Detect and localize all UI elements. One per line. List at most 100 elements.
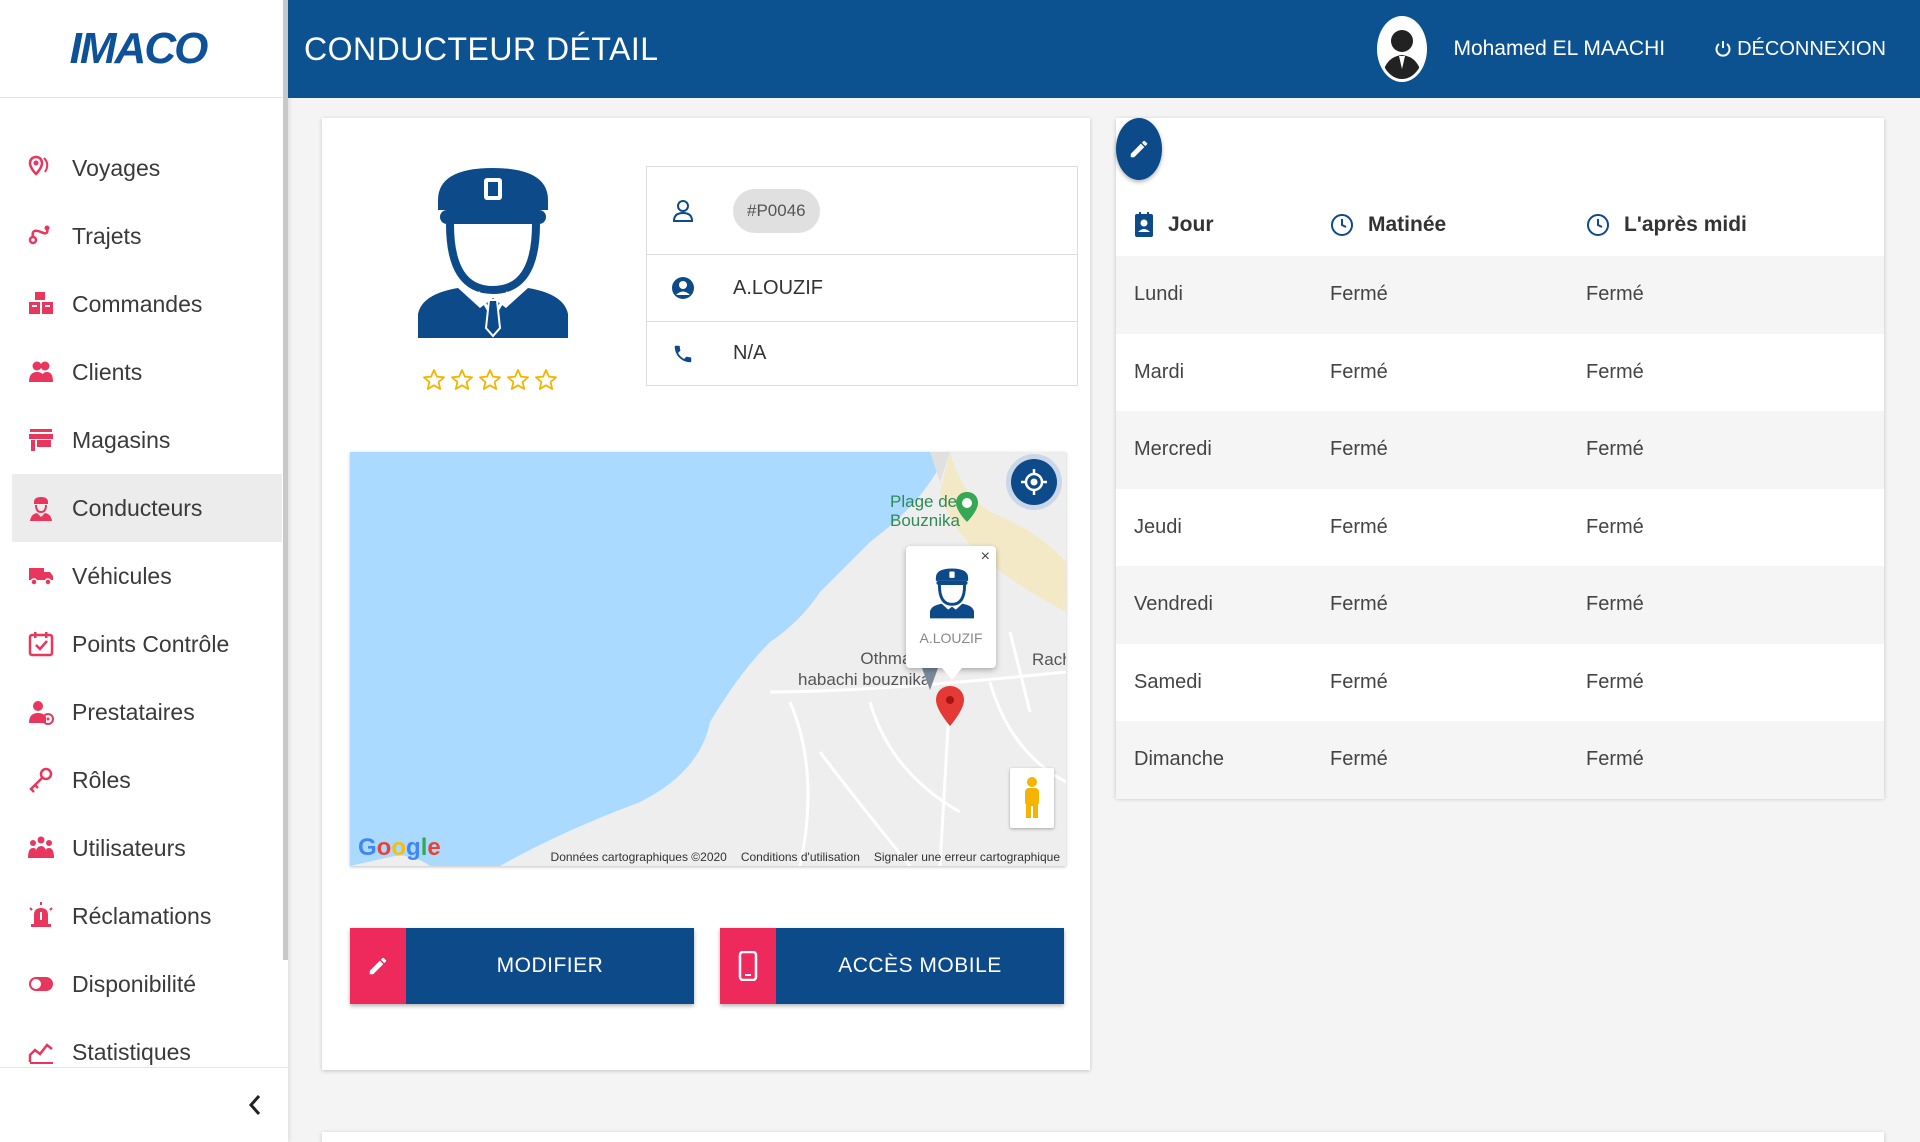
sidebar-nav-viewport: Voyages Trajets Commandes Clients Magasins Co… <box>0 134 283 1067</box>
cell-afternoon: Fermé <box>1586 360 1644 383</box>
clients-icon <box>26 357 56 387</box>
phone-icon <box>671 342 695 366</box>
sidebar-item-label: Magasins <box>72 426 171 453</box>
sidebar-item-utilisateurs[interactable]: Utilisateurs <box>12 814 282 882</box>
contact-calendar-icon <box>1135 212 1153 237</box>
sidebar-item-magasins[interactable]: Magasins <box>12 406 282 474</box>
header-afternoon-label: L'après midi <box>1624 213 1747 236</box>
cell-morning: Fermé <box>1330 438 1388 461</box>
cell-day: Jeudi <box>1134 515 1182 538</box>
pencil-icon <box>350 928 406 1004</box>
sidebar-item-trajets[interactable]: Trajets <box>12 202 282 270</box>
page-title: CONDUCTEUR DÉTAIL <box>304 30 659 67</box>
my-location-button[interactable] <box>1006 454 1062 510</box>
google-logo[interactable]: Google <box>358 834 441 862</box>
logo-area: IMACO <box>0 0 288 98</box>
map-label-rach: Rach <box>1032 650 1066 669</box>
modifier-button[interactable]: MODIFIER <box>350 928 694 1004</box>
logout-label: DÉCONNEXION <box>1737 37 1886 60</box>
cell-morning: Fermé <box>1330 670 1388 693</box>
cell-afternoon: Fermé <box>1586 670 1644 693</box>
user-name[interactable]: Mohamed EL MAACHI <box>1453 37 1665 61</box>
cell-morning: Fermé <box>1330 515 1388 538</box>
edit-schedule-button[interactable] <box>1116 118 1162 180</box>
map-marker-pin[interactable] <box>936 686 964 731</box>
cell-day: Samedi <box>1134 670 1202 693</box>
toggle-icon <box>26 969 56 999</box>
header-afternoon: L'après midi <box>1586 213 1747 237</box>
sidebar-item-disponibilite[interactable]: Disponibilité <box>12 950 282 1018</box>
bottom-card <box>322 1132 1884 1142</box>
table-row: Dimanche Fermé Fermé <box>1116 721 1884 799</box>
street-view-pegman[interactable] <box>1010 768 1054 828</box>
avatar[interactable] <box>1377 16 1428 82</box>
map-terms-link[interactable]: Conditions d'utilisation <box>741 850 860 864</box>
cell-morning: Fermé <box>1330 593 1388 616</box>
driver-code-row: #P0046 <box>647 167 1077 255</box>
cell-day: Dimanche <box>1134 748 1225 771</box>
star-icon[interactable] <box>450 368 474 392</box>
pegman-icon <box>1025 777 1039 818</box>
map-label-beach: Plage de Bouznika <box>890 492 960 530</box>
sidebar-item-label: Voyages <box>72 154 161 181</box>
star-icon[interactable] <box>422 368 446 392</box>
sidebar-item-voyages[interactable]: Voyages <box>12 134 282 202</box>
collapse-sidebar-button[interactable] <box>240 1090 270 1120</box>
cell-morning: Fermé <box>1330 748 1388 771</box>
cell-afternoon: Fermé <box>1586 593 1644 616</box>
cell-morning: Fermé <box>1330 360 1388 383</box>
star-icon[interactable] <box>534 368 558 392</box>
info-window-name: A.LOUZIF <box>919 630 983 646</box>
store-icon <box>26 425 56 455</box>
users-icon <box>26 833 56 863</box>
sidebar-item-roles[interactable]: Rôles <box>12 746 282 814</box>
driver-avatar-icon <box>418 158 568 338</box>
sidebar-item-label: Véhicules <box>72 562 172 589</box>
sidebar-item-label: Commandes <box>72 290 203 317</box>
sidebar-nav: Voyages Trajets Commandes Clients Magasins Co… <box>12 134 282 1067</box>
driver-phone: N/A <box>733 342 767 364</box>
calendar-check-icon <box>26 629 56 659</box>
account-circle-icon <box>671 276 695 300</box>
map-data-credit[interactable]: Données cartographiques ©2020 <box>551 850 727 864</box>
rating-stars[interactable] <box>422 368 558 392</box>
sidebar: IMACO Voyages Trajets Commandes Clients Maga… <box>0 0 288 1142</box>
header-morning-label: Matinée <box>1368 213 1447 236</box>
cell-afternoon: Fermé <box>1586 283 1644 306</box>
table-row: Mercredi Fermé Fermé <box>1116 411 1884 489</box>
chevron-left-icon <box>248 1095 261 1115</box>
sidebar-item-clients[interactable]: Clients <box>12 338 282 406</box>
schedule-header: Jour Matinée L'après midi <box>1116 200 1884 250</box>
driver-code-chip: #P0046 <box>733 188 820 233</box>
voyages-icon <box>26 153 56 183</box>
alarm-icon <box>26 901 56 931</box>
driver-location-map[interactable]: Plage de Bouznika Othmane habachi bouzni… <box>350 452 1066 866</box>
close-icon[interactable]: × <box>981 548 990 566</box>
star-icon[interactable] <box>478 368 502 392</box>
driver-detail-card: #P0046 A.LOUZIF N/A Plage de Bouznika Ot… <box>322 118 1090 1070</box>
star-icon[interactable] <box>506 368 530 392</box>
map-attribution: Données cartographiques ©2020 Conditions… <box>551 850 1060 864</box>
sidebar-item-commandes[interactable]: Commandes <box>12 270 282 338</box>
logout-button[interactable]: DÉCONNEXION <box>1715 38 1886 61</box>
map-report-link[interactable]: Signaler une erreur cartographique <box>874 850 1060 864</box>
sidebar-scrollbar[interactable] <box>283 0 288 960</box>
user-silhouette-icon <box>1382 30 1423 79</box>
mobile-access-button[interactable]: ACCÈS MOBILE <box>720 928 1064 1004</box>
sidebar-item-conducteurs[interactable]: Conducteurs <box>12 474 282 542</box>
app-logo[interactable]: IMACO <box>70 24 209 74</box>
sidebar-item-label: Disponibilité <box>72 970 197 997</box>
table-row: Vendredi Fermé Fermé <box>1116 566 1884 644</box>
boxes-icon <box>26 289 56 319</box>
schedule-table: Lundi Fermé Fermé Mardi Fermé Fermé Mercredi Fe… <box>1116 256 1884 799</box>
map-label-beach-text: Plage de Bouznika <box>890 492 960 530</box>
top-bar: CONDUCTEUR DÉTAIL Mohamed EL MAACHI DÉCO… <box>288 0 1920 98</box>
sidebar-item-vehicules[interactable]: Véhicules <box>12 542 282 610</box>
sidebar-item-reclamations[interactable]: Réclamations <box>12 882 282 950</box>
sidebar-item-prestataires[interactable]: Prestataires <box>12 678 282 746</box>
driver-info-box: #P0046 A.LOUZIF N/A <box>646 166 1078 386</box>
provider-icon <box>26 697 56 727</box>
sidebar-item-statistiques[interactable]: Statistiques <box>12 1018 282 1067</box>
driver-icon <box>26 493 56 523</box>
sidebar-item-points-controle[interactable]: Points Contrôle <box>12 610 282 678</box>
